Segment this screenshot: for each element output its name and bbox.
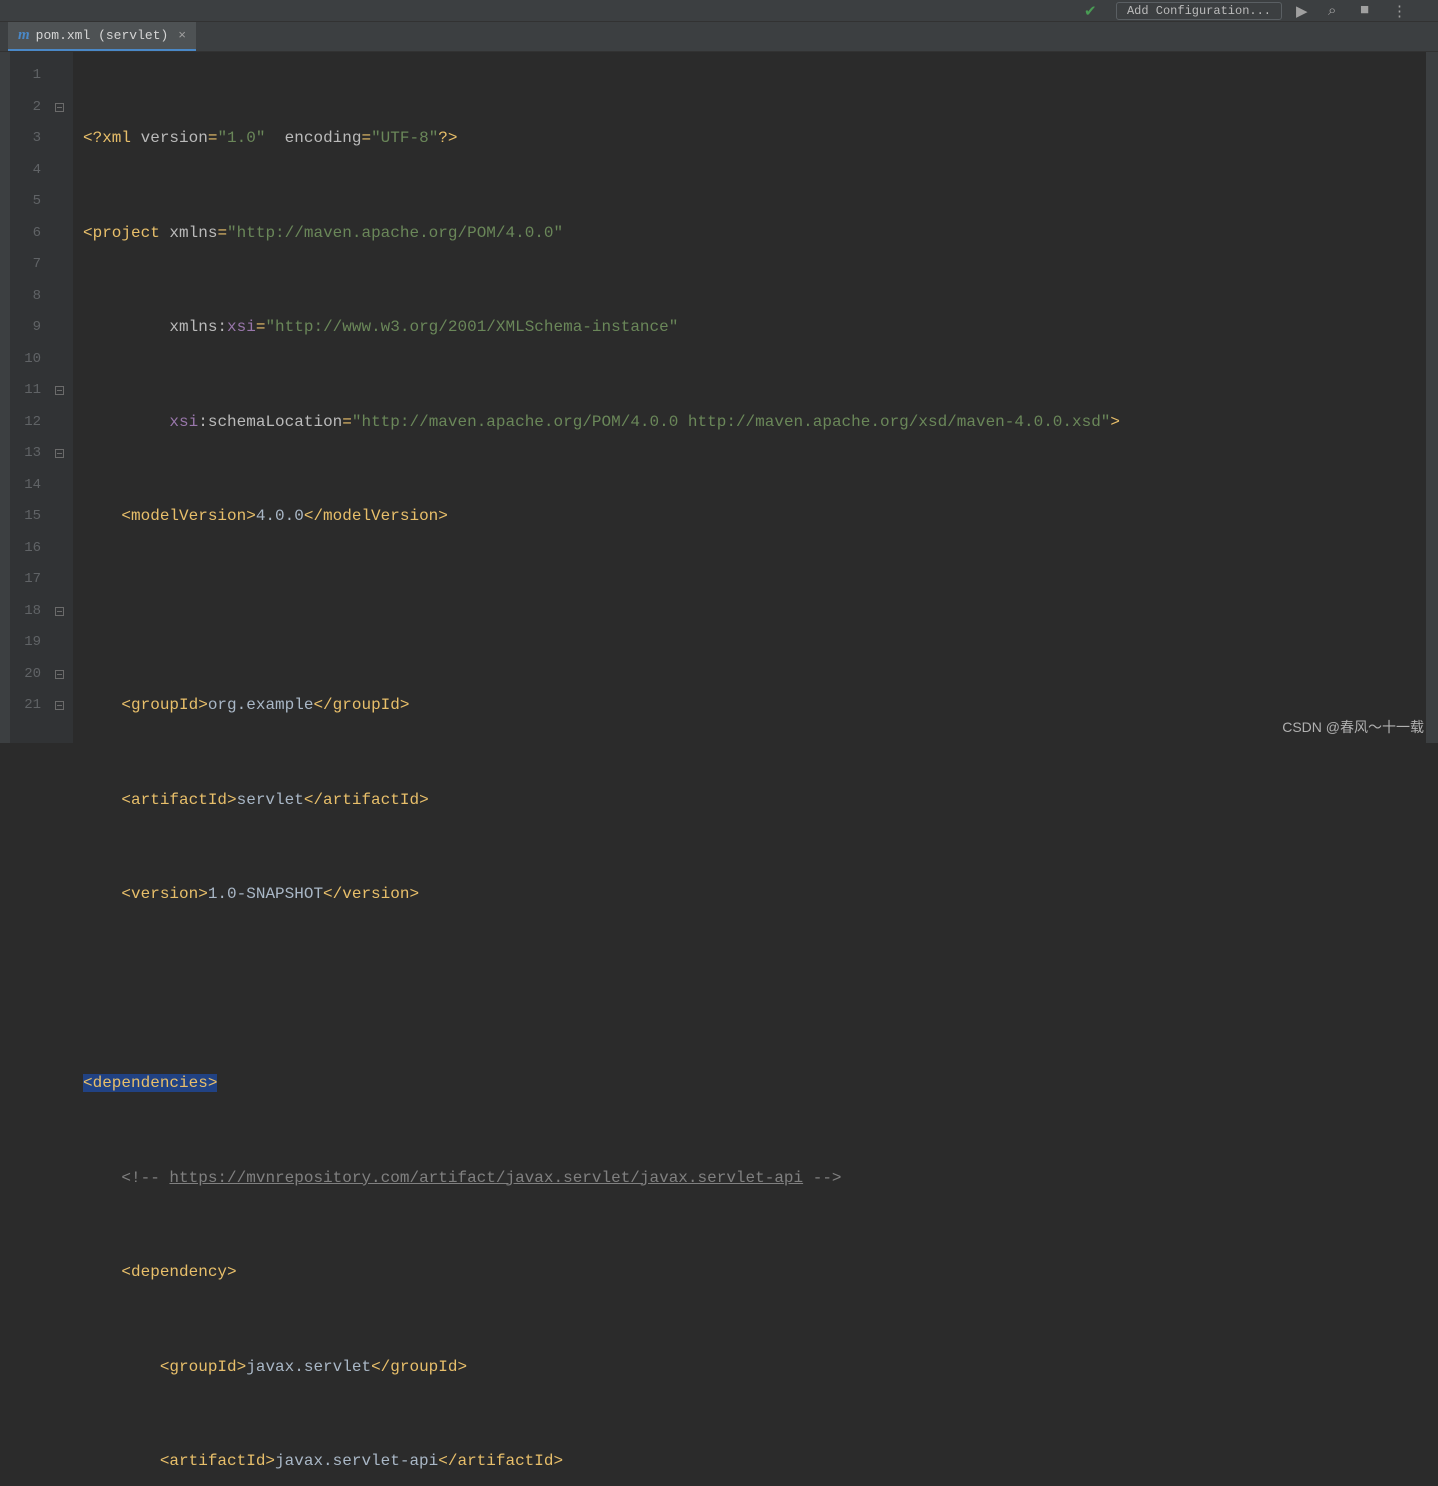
code-line: <dependencies> xyxy=(83,1068,1438,1100)
code-line xyxy=(83,596,1438,628)
code-line: <modelVersion>4.0.0</modelVersion> xyxy=(83,501,1438,533)
fold-toggle-icon[interactable] xyxy=(55,386,64,395)
watermark: CSDN @春风～十一载 xyxy=(1282,717,1424,737)
tab-title: pom.xml (servlet) xyxy=(36,28,169,43)
code-line: xsi:schemaLocation="http://maven.apache.… xyxy=(83,407,1438,439)
run-config-selector[interactable]: Add Configuration... xyxy=(1116,2,1282,20)
fold-toggle-icon[interactable] xyxy=(55,449,64,458)
more-icon[interactable]: ⋮ xyxy=(1392,2,1410,20)
code-line: <version>1.0-SNAPSHOT</version> xyxy=(83,879,1438,911)
code-line: <dependency> xyxy=(83,1257,1438,1289)
editor-tab[interactable]: m pom.xml (servlet) × xyxy=(8,22,196,51)
status-ok-icon: ✔ xyxy=(1084,2,1102,20)
code-line: xmlns:xsi="http://www.w3.org/2001/XMLSch… xyxy=(83,312,1438,344)
fold-toggle-icon[interactable] xyxy=(55,607,64,616)
editor-area[interactable]: 123 456 789 101112 131415 161718 192021 xyxy=(0,52,1438,743)
code-line: <artifactId>servlet</artifactId> xyxy=(83,785,1438,817)
code-line xyxy=(83,974,1438,1006)
vertical-scrollbar[interactable] xyxy=(1426,52,1438,743)
code-line: <artifactId>javax.servlet-api</artifactI… xyxy=(83,1446,1438,1478)
close-icon[interactable]: × xyxy=(178,28,186,43)
maven-icon: m xyxy=(18,27,30,44)
fold-gutter xyxy=(50,52,68,743)
fold-toggle-icon[interactable] xyxy=(55,701,64,710)
code-line: <project xmlns="http://maven.apache.org/… xyxy=(83,218,1438,250)
code-line: <groupId>org.example</groupId> xyxy=(83,690,1438,722)
run-icon[interactable]: ▶ xyxy=(1296,2,1314,20)
stop-icon[interactable]: ■ xyxy=(1360,2,1378,20)
code-area[interactable]: <?xml version="1.0" encoding="UTF-8"?> <… xyxy=(73,52,1438,743)
left-stripe xyxy=(0,52,10,743)
code-line: <!-- https://mvnrepository.com/artifact/… xyxy=(83,1163,1438,1195)
editor-tab-bar: m pom.xml (servlet) × xyxy=(0,22,1438,52)
code-line: <?xml version="1.0" encoding="UTF-8"?> xyxy=(83,123,1438,155)
debug-icon[interactable]: ⌕ xyxy=(1328,2,1346,20)
line-gutter: 123 456 789 101112 131415 161718 192021 xyxy=(10,52,50,743)
fold-toggle-icon[interactable] xyxy=(55,103,64,112)
main-toolbar: ✔ Add Configuration... ▶ ⌕ ■ ⋮ xyxy=(0,0,1438,22)
code-line: <groupId>javax.servlet</groupId> xyxy=(83,1352,1438,1384)
fold-toggle-icon[interactable] xyxy=(55,670,64,679)
